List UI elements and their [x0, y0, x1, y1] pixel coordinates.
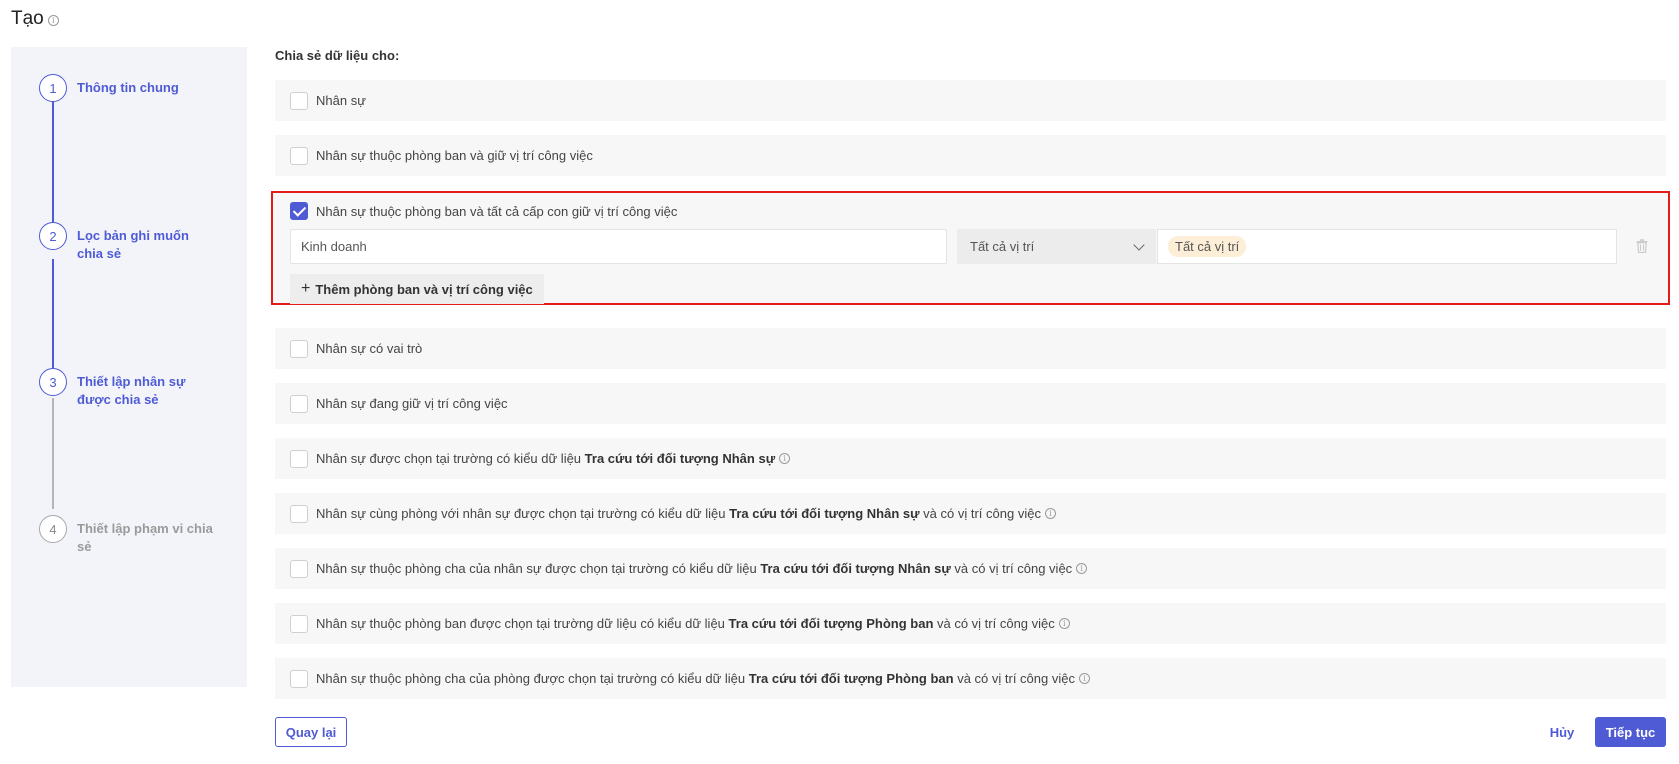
option-label-bold: Tra cứu tới đối tượng Nhân sự: [760, 561, 951, 576]
info-icon[interactable]: i: [1058, 618, 1070, 629]
trash-icon[interactable]: [1636, 239, 1648, 253]
stepper: 1 Thông tin chung 2 Lọc bản ghi muốn chi…: [11, 47, 247, 687]
page-title: Tạo i: [11, 8, 59, 30]
info-icon[interactable]: i: [47, 15, 59, 26]
option-expanded: Nhân sự thuộc phòng ban và tất cả cấp co…: [271, 191, 1670, 305]
step-label: Thiết lập phạm vi chia sẻ: [77, 521, 213, 554]
option-row[interactable]: Nhân sự thuộc phòng ban và giữ vị trí cô…: [275, 135, 1666, 176]
option-label: Nhân sự thuộc phòng ban được chọn tại tr…: [316, 616, 1055, 631]
option-label: Nhân sự có vai trò: [316, 341, 423, 356]
option-checkbox[interactable]: [290, 449, 308, 468]
add-department-position-button[interactable]: + Thêm phòng ban và vị trí công việc: [290, 274, 544, 304]
option-label-bold: Tra cứu tới đối tượng Nhân sự: [584, 451, 776, 466]
option-label: Nhân sự được chọn tại trường có kiểu dữ …: [316, 451, 775, 466]
department-value: Kinh doanh: [301, 239, 367, 254]
step-4[interactable]: 4 Thiết lập phạm vi chia sẻ: [39, 515, 217, 556]
option-row[interactable]: Nhân sự thuộc phòng cha của nhân sự được…: [275, 548, 1666, 589]
step-connector: [52, 94, 54, 231]
step-number: 3: [39, 368, 67, 396]
step-number: 4: [39, 515, 67, 543]
step-connector: [52, 259, 54, 370]
step-3[interactable]: 3 Thiết lập nhân sự được chia sẻ: [39, 368, 217, 409]
option-label-bold: Tra cứu tới đối tượng Nhân sự: [729, 506, 920, 521]
position-select[interactable]: Tất cả vị trí: [957, 229, 1156, 264]
plus-icon: +: [301, 280, 311, 297]
info-icon[interactable]: i: [1044, 508, 1056, 519]
section-label: Chia sẻ dữ liệu cho:: [275, 48, 400, 63]
option-checkbox[interactable]: [290, 559, 308, 578]
chevron-down-icon: [1133, 238, 1145, 251]
position-select-value: Tất cả vị trí: [970, 239, 1035, 254]
option-label: Nhân sự đang giữ vị trí công việc: [316, 396, 508, 411]
option-row[interactable]: Nhân sự thuộc phòng cha của phòng được c…: [275, 658, 1666, 699]
step-label: Thông tin chung: [77, 80, 179, 95]
option-label: Nhân sự thuộc phòng cha của nhân sự được…: [316, 561, 1072, 576]
step-1[interactable]: 1 Thông tin chung: [39, 74, 217, 102]
option-checkbox[interactable]: [290, 669, 308, 688]
option-checkbox[interactable]: [290, 614, 308, 633]
step-number: 2: [39, 222, 67, 250]
option-row[interactable]: Nhân sự có vai trò: [275, 328, 1666, 369]
option-checkbox[interactable]: [290, 146, 308, 165]
option-label: Nhân sự: [316, 93, 366, 108]
option-row[interactable]: Nhân sự: [275, 80, 1666, 121]
step-number: 1: [39, 74, 67, 102]
next-button[interactable]: Tiếp tục: [1595, 717, 1666, 747]
option-label-text: và có vị trí công việc: [919, 506, 1041, 521]
step-2[interactable]: 2 Lọc bản ghi muốn chia sẻ: [39, 222, 217, 263]
step-label: Lọc bản ghi muốn chia sẻ: [77, 228, 189, 261]
option-label: Nhân sự thuộc phòng ban và tất cả cấp co…: [316, 203, 678, 219]
option-row[interactable]: Nhân sự cùng phòng với nhân sự được chọn…: [275, 493, 1666, 534]
add-button-label: Thêm phòng ban và vị trí công việc: [315, 281, 533, 297]
option-label-text: Nhân sự được chọn tại trường có kiểu dữ …: [316, 451, 585, 466]
option-row-header[interactable]: Nhân sự thuộc phòng ban và tất cả cấp co…: [290, 202, 677, 220]
option-label-text: Nhân sự thuộc phòng cha của nhân sự được…: [316, 561, 761, 576]
info-icon[interactable]: i: [1078, 673, 1090, 684]
option-label: Nhân sự cùng phòng với nhân sự được chọn…: [316, 506, 1041, 521]
option-label-text: và có vị trí công việc: [933, 616, 1055, 631]
option-row[interactable]: Nhân sự thuộc phòng ban được chọn tại tr…: [275, 603, 1666, 644]
position-tags-field[interactable]: Tất cả vị trí: [1157, 229, 1617, 264]
option-label-text: và có vị trí công việc: [950, 561, 1073, 576]
option-checkbox[interactable]: [290, 91, 308, 110]
page-title-text: Tạo: [11, 8, 44, 29]
option-label: Nhân sự thuộc phòng ban và giữ vị trí cô…: [316, 148, 593, 163]
info-icon[interactable]: i: [1076, 563, 1088, 574]
option-label: Nhân sự thuộc phòng cha của phòng được c…: [316, 671, 1075, 686]
option-row[interactable]: Nhân sự được chọn tại trường có kiểu dữ …: [275, 438, 1666, 479]
option-label-bold: Tra cứu tới đối tượng Phòng ban: [748, 671, 954, 686]
option-label-text: Nhân sự thuộc phòng ban được chọn tại tr…: [316, 616, 729, 631]
step-label: Thiết lập nhân sự được chia sẻ: [77, 374, 186, 407]
option-checkbox[interactable]: [290, 504, 308, 523]
option-checkbox[interactable]: [290, 394, 308, 413]
option-label-text: Nhân sự cùng phòng với nhân sự được chọn…: [316, 506, 730, 521]
back-button[interactable]: Quay lại: [275, 717, 347, 747]
option-label-text: và có vị trí công việc: [953, 671, 1075, 686]
option-checkbox[interactable]: [290, 339, 308, 358]
cancel-button[interactable]: Hủy: [1547, 717, 1577, 747]
step-connector: [52, 398, 54, 509]
option-label-bold: Tra cứu tới đối tượng Phòng ban: [728, 616, 934, 631]
option-checkbox[interactable]: [290, 202, 308, 220]
option-row[interactable]: Nhân sự đang giữ vị trí công việc: [275, 383, 1666, 424]
option-label-text: Nhân sự thuộc phòng cha của phòng được c…: [316, 671, 749, 686]
info-icon[interactable]: i: [779, 453, 791, 464]
position-tag[interactable]: Tất cả vị trí: [1168, 236, 1247, 257]
department-field[interactable]: Kinh doanh: [290, 229, 947, 264]
